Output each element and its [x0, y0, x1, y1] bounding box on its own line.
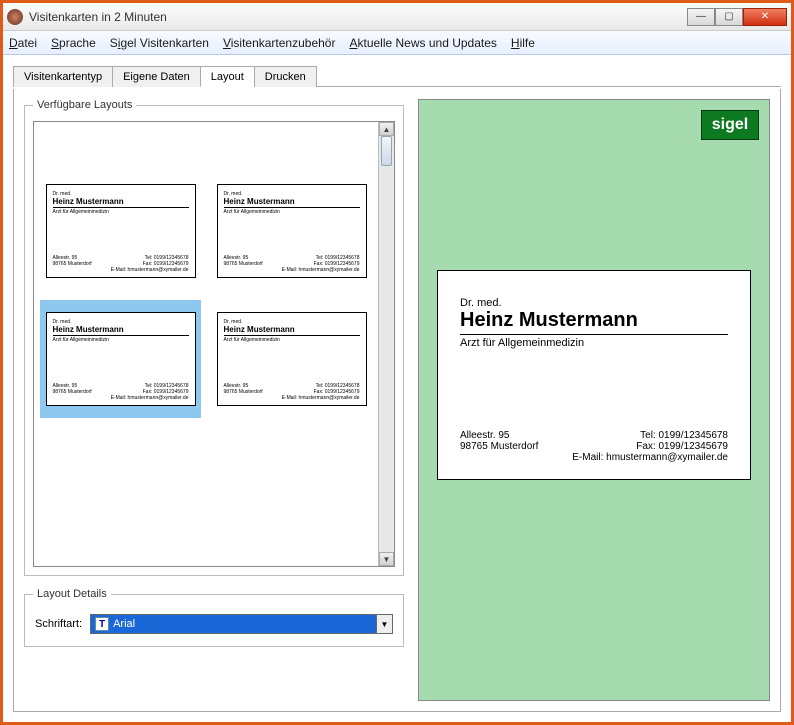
- tab-layout[interactable]: Layout: [200, 66, 255, 87]
- tab-drucken[interactable]: Drucken: [254, 66, 317, 87]
- available-layouts-label: Verfügbare Layouts: [33, 99, 136, 111]
- layout-thumbnail: Dr. med. Heinz Mustermann Arzt für Allge…: [217, 184, 367, 278]
- card-contact: Tel: 0199/12345678 Fax: 0199/12345679 E-…: [572, 430, 728, 463]
- available-layouts-group: Verfügbare Layouts Dr. med. Heinz Muster…: [24, 99, 404, 576]
- scroll-thumb[interactable]: [381, 136, 392, 166]
- tab-visitenkartentyp[interactable]: Visitenkartentyp: [13, 66, 113, 87]
- font-select[interactable]: T Arial ▼: [90, 614, 393, 634]
- card-preview: Dr. med. Heinz Mustermann Arzt für Allge…: [437, 270, 751, 480]
- menubar: Datei Sprache Sigel Visitenkarten Visite…: [3, 31, 791, 55]
- menu-hilfe[interactable]: Hilfe: [511, 36, 535, 50]
- menu-datei[interactable]: Datei: [9, 36, 37, 50]
- tab-panel: Verfügbare Layouts Dr. med. Heinz Muster…: [13, 89, 781, 712]
- font-value: Arial: [113, 618, 135, 630]
- layout-thumbnail: Dr. med. Heinz Mustermann Arzt für Allge…: [46, 312, 196, 406]
- menu-sprache[interactable]: Sprache: [51, 36, 96, 50]
- titlebar: Visitenkarten in 2 Minuten — ▢ ✕: [3, 3, 791, 31]
- card-name: Heinz Mustermann: [460, 309, 728, 335]
- app-icon: [7, 9, 23, 25]
- maximize-button[interactable]: ▢: [715, 8, 743, 26]
- layout-details-label: Layout Details: [33, 588, 111, 600]
- window-title: Visitenkarten in 2 Minuten: [29, 10, 687, 24]
- layout-tile[interactable]: Dr. med. Heinz Mustermann Arzt für Allge…: [40, 300, 201, 418]
- card-address: Alleestr. 95 98765 Musterdorf: [460, 430, 538, 463]
- menu-news[interactable]: Aktuelle News und Updates: [349, 36, 496, 50]
- tab-bar: Visitenkartentyp Eigene Daten Layout Dru…: [13, 65, 781, 87]
- card-subtitle: Arzt für Allgemeinmedizin: [460, 337, 728, 349]
- font-type-icon: T: [95, 617, 109, 631]
- layout-tile[interactable]: Dr. med. Heinz Mustermann Arzt für Allge…: [211, 300, 372, 418]
- sigel-logo: sigel: [701, 110, 759, 140]
- scroll-up-arrow[interactable]: ▲: [379, 122, 394, 136]
- scrollbar[interactable]: ▲ ▼: [378, 122, 394, 566]
- layout-thumbnail: Dr. med. Heinz Mustermann Arzt für Allge…: [217, 312, 367, 406]
- font-label: Schriftart:: [35, 618, 82, 630]
- layout-tile[interactable]: Dr. med. Heinz Mustermann Arzt für Allge…: [40, 172, 201, 290]
- card-title-prefix: Dr. med.: [460, 297, 728, 309]
- scroll-down-arrow[interactable]: ▼: [379, 552, 394, 566]
- layout-list: Dr. med. Heinz Mustermann Arzt für Allge…: [33, 121, 395, 567]
- chevron-down-icon[interactable]: ▼: [376, 615, 392, 633]
- layout-thumbnail: Dr. med. Heinz Mustermann Arzt für Allge…: [46, 184, 196, 278]
- layout-details-group: Layout Details Schriftart: T Arial ▼: [24, 588, 404, 647]
- close-button[interactable]: ✕: [743, 8, 787, 26]
- menu-zubehoer[interactable]: Visitenkartenzubehör: [223, 36, 336, 50]
- minimize-button[interactable]: —: [687, 8, 715, 26]
- tab-eigene-daten[interactable]: Eigene Daten: [112, 66, 201, 87]
- preview-pane: sigel Dr. med. Heinz Mustermann Arzt für…: [418, 99, 770, 701]
- menu-sigel[interactable]: Sigel Visitenkarten: [110, 36, 209, 50]
- layout-tile[interactable]: Dr. med. Heinz Mustermann Arzt für Allge…: [211, 172, 372, 290]
